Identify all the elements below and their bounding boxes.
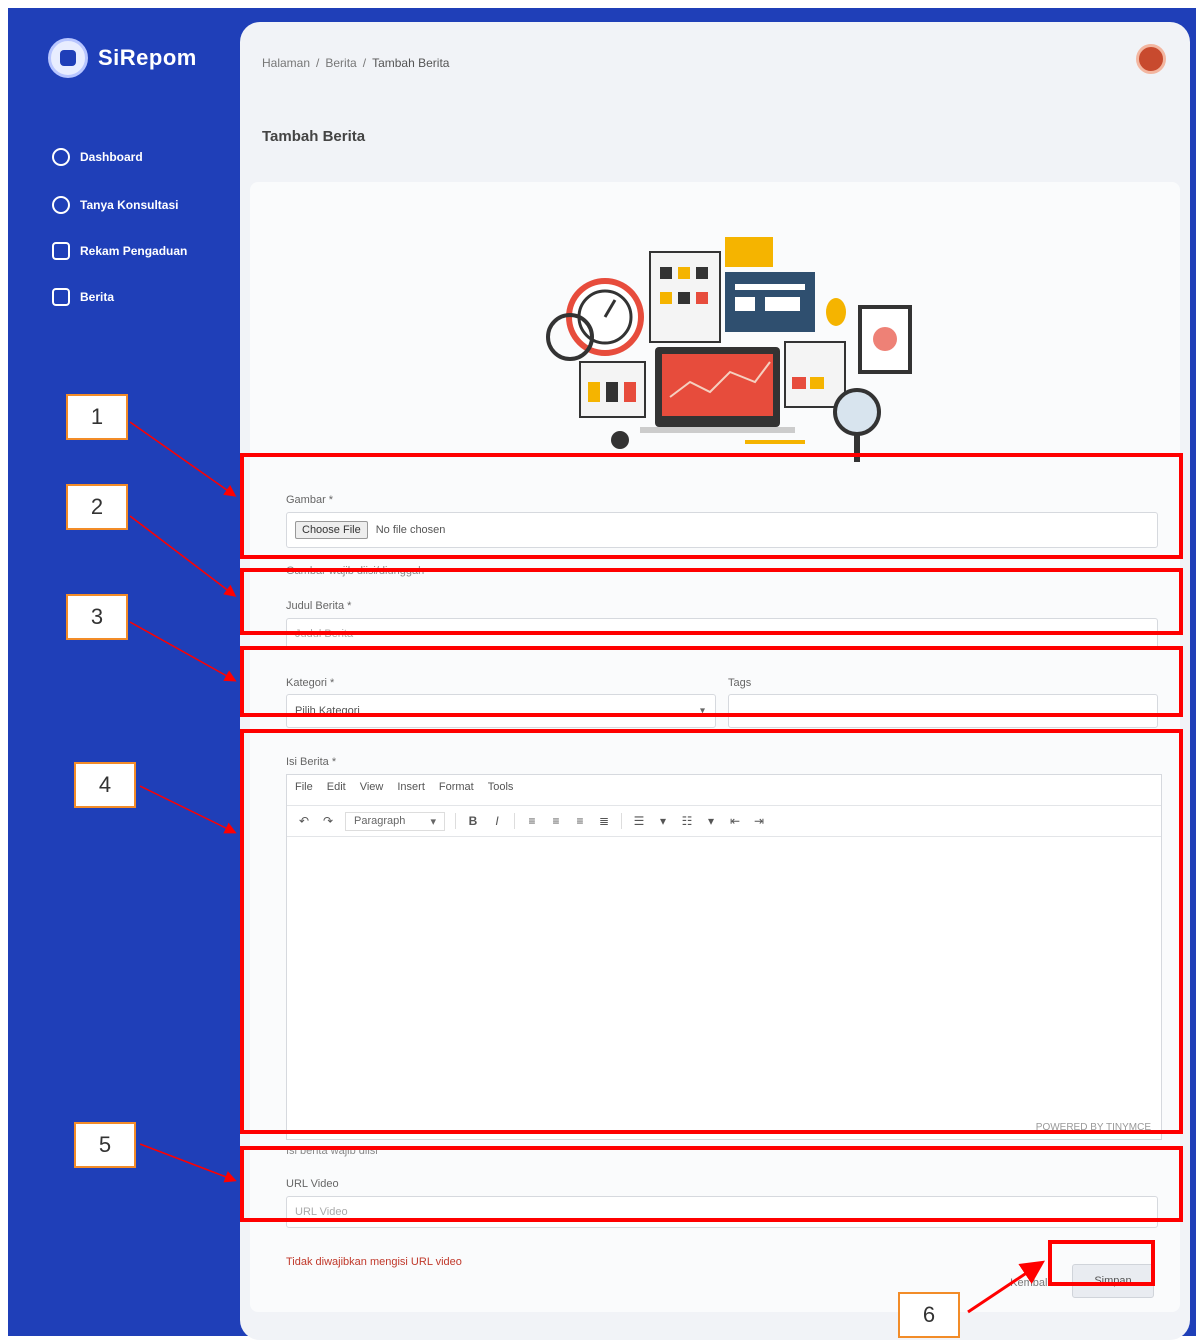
breadcrumb-current: Tambah Berita: [372, 56, 450, 70]
annotation-box-5: [240, 1146, 1183, 1222]
sidebar-item-label: Dashboard: [80, 150, 143, 164]
sidebar-item-consultation[interactable]: Tanya Konsultasi: [52, 196, 178, 214]
sidebar-item-complaints[interactable]: Rekam Pengaduan: [52, 242, 187, 260]
sidebar-item-label: Tanya Konsultasi: [80, 198, 179, 212]
annotation-box-3: [240, 646, 1183, 717]
news-icon: [52, 288, 70, 306]
sidebar-item-news[interactable]: Berita: [52, 288, 114, 306]
annotation-box-1: [240, 453, 1183, 559]
sidebar-item-dashboard[interactable]: Dashboard: [52, 148, 143, 166]
annotation-box-4: [240, 729, 1183, 1134]
annotation-label-2: 2: [66, 484, 128, 530]
annotation-label-3: 3: [66, 594, 128, 640]
brand-name: SiRepom: [98, 45, 197, 70]
breadcrumb-item[interactable]: Berita: [325, 56, 356, 70]
logo-icon: [48, 38, 88, 78]
record-icon: [52, 242, 70, 260]
breadcrumb-separator: /: [362, 56, 367, 70]
breadcrumb-separator: /: [316, 56, 320, 70]
annotation-label-5: 5: [74, 1122, 136, 1168]
page-title: Tambah Berita: [262, 128, 366, 145]
avatar[interactable]: [1136, 44, 1166, 74]
breadcrumb: Halaman / Berita / Tambah Berita: [262, 56, 449, 70]
brand[interactable]: SiRepom: [48, 38, 197, 78]
url-hint: Tidak diwajibkan mengisi URL video: [286, 1256, 462, 1268]
sidebar-item-label: Berita: [80, 290, 115, 304]
chat-icon: [52, 196, 70, 214]
annotation-box-2: [240, 568, 1183, 635]
annotation-label-6: 6: [898, 1292, 960, 1338]
breadcrumb-item[interactable]: Halaman: [262, 56, 310, 70]
dashboard-icon: [52, 148, 70, 166]
annotation-label-4: 4: [74, 762, 136, 808]
annotation-box-6: [1048, 1240, 1155, 1286]
illustration-image: [546, 237, 912, 462]
sidebar-item-label: Rekam Pengaduan: [80, 244, 188, 258]
annotation-label-1: 1: [66, 394, 128, 440]
